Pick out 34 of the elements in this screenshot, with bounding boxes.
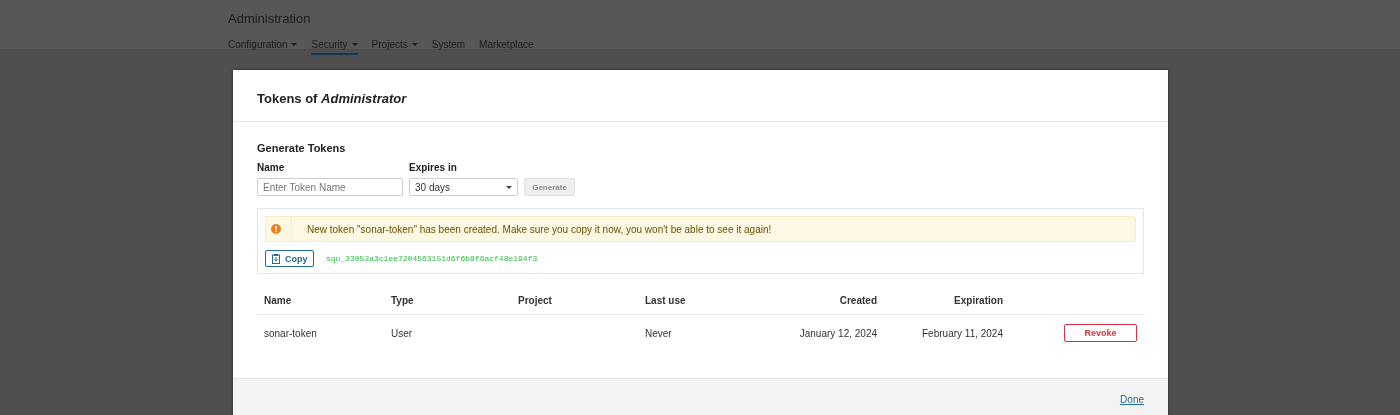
- column-header: Created: [838, 294, 878, 306]
- modal-title: Tokens of Administrator: [257, 89, 407, 106]
- warning-icon: [271, 224, 281, 234]
- token-value: squ_33052a3c1ee7204563151d6f6b8f6acf48e194f3: [326, 254, 538, 263]
- column-header: Project: [517, 294, 553, 306]
- clipboard-icon: [272, 253, 280, 264]
- table-cell-text: User: [390, 327, 414, 339]
- field-label: Name: [257, 162, 286, 173]
- column-header: Name: [263, 294, 293, 306]
- table-cell-text: February 11, 2024: [921, 327, 1004, 339]
- nav-tab[interactable]: Projects: [371, 39, 418, 55]
- section-heading: Generate Tokens: [257, 142, 347, 154]
- caret-icon: [506, 185, 512, 189]
- table-cell-text: Never: [644, 327, 673, 339]
- column-header: Expiration: [953, 294, 1004, 306]
- caret-icon: [291, 43, 298, 46]
- nav-tab[interactable]: Security: [311, 39, 358, 55]
- table-cell-text: sonar-token: [263, 327, 318, 339]
- copy-button[interactable]: Copy: [265, 250, 314, 267]
- done-link[interactable]: Done: [1120, 394, 1144, 405]
- column-header: Type: [390, 294, 415, 306]
- revoke-button[interactable]: Revoke: [1064, 324, 1137, 342]
- nav-tab[interactable]: Marketplace: [479, 39, 534, 55]
- alert-message: New token "sonar-token" has been created. Make sure you copy it now, you won't be able to see it again!: [307, 223, 772, 235]
- caret-icon: [411, 43, 418, 46]
- caret-icon: [351, 43, 358, 46]
- nav-tab[interactable]: Configuration: [228, 39, 298, 55]
- table-cell-text: January 12, 2024: [798, 327, 878, 339]
- field-label: Expires in: [409, 162, 458, 173]
- token-name-field[interactable]: Enter Token Name: [257, 178, 403, 196]
- nav-tab[interactable]: System: [431, 39, 466, 55]
- page-title: Administration: [228, 11, 311, 27]
- column-header: Last use: [644, 294, 687, 306]
- expires-dropdown[interactable]: 30 days: [409, 178, 518, 196]
